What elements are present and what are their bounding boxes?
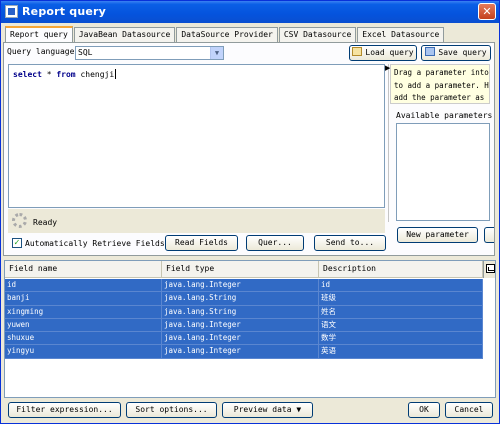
preview-data-label: Preview data — [233, 405, 292, 414]
query-text-table: chengji — [75, 70, 115, 79]
table-header: Field name Field type Description — [5, 261, 483, 278]
chevron-down-icon: ▼ — [296, 405, 302, 414]
hint-line-1: Drag a parameter into — [394, 68, 489, 77]
query-keyword-select: select — [13, 70, 42, 79]
chevron-down-icon[interactable]: ▼ — [210, 47, 223, 59]
column-header-field-name[interactable]: Field name — [5, 261, 162, 277]
column-chooser-icon[interactable] — [483, 261, 495, 278]
parameters-hint: Drag a parameter into to add a parameter… — [390, 64, 490, 104]
table-row[interactable]: banji java.lang.String 班级 — [5, 292, 483, 306]
new-parameter-button[interactable]: New parameter — [397, 227, 478, 243]
query-text-mid: * — [41, 70, 57, 79]
datasource-tabs: Report query JavaBean Datasource DataSou… — [5, 26, 445, 42]
query-keyword-from: from — [56, 70, 76, 79]
send-to-button[interactable]: Send to... — [314, 235, 386, 251]
table-row[interactable]: xingming java.lang.String 姓名 — [5, 305, 483, 319]
tab-excel-datasource[interactable]: Excel Datasource — [357, 27, 445, 42]
available-parameters-label: Available parameters — [396, 111, 493, 120]
table-row[interactable]: id java.lang.Integer id — [5, 279, 483, 293]
preview-data-button[interactable]: Preview data ▼ — [222, 402, 313, 418]
hint-line-3: add the parameter as c — [394, 93, 490, 102]
tab-csv-datasource[interactable]: CSV Datasource — [278, 27, 357, 42]
app-icon — [5, 5, 18, 18]
parameter-overflow-button[interactable] — [484, 227, 494, 243]
status-bar: Ready — [8, 209, 385, 233]
text-caret — [115, 69, 117, 79]
cell-field-name: id — [5, 279, 162, 292]
window-title: Report query — [22, 5, 107, 18]
cell-description: 语文 — [319, 318, 483, 332]
query-editor[interactable]: select * from chengji — [8, 64, 385, 208]
table-body: id java.lang.Integer id banji java.lang.… — [5, 279, 483, 359]
cell-field-type: java.lang.String — [162, 292, 319, 305]
query-language-value: SQL — [78, 48, 93, 57]
cell-field-name: yingyu — [5, 345, 162, 358]
title-bar[interactable]: Report query ✕ — [1, 1, 499, 23]
cell-description: 班级 — [319, 292, 483, 305]
cell-field-name: xingming — [5, 305, 162, 318]
load-query-label: Load query — [365, 48, 414, 57]
save-query-label: Save query — [438, 48, 487, 57]
table-row[interactable]: yingyu java.lang.Integer 英语 — [5, 345, 483, 359]
cell-description: id — [319, 279, 483, 292]
available-parameters-list[interactable] — [396, 123, 490, 221]
cell-field-name: shuxue — [5, 332, 162, 345]
status-text: Ready — [33, 218, 58, 227]
column-header-description[interactable]: Description — [319, 261, 483, 277]
hint-line-2: to add a parameter. Ho — [394, 80, 490, 90]
query-language-label: Query language — [7, 47, 75, 56]
cell-field-type: java.lang.Integer — [162, 279, 319, 292]
auto-retrieve-checkbox[interactable]: ✓ — [12, 238, 22, 248]
cell-field-type: java.lang.Integer — [162, 318, 319, 332]
table-row[interactable]: shuxue java.lang.Integer 数学 — [5, 332, 483, 346]
table-row[interactable]: yuwen java.lang.Integer 语文 — [5, 318, 483, 333]
ok-button[interactable]: OK — [408, 402, 440, 418]
column-header-field-type[interactable]: Field type — [162, 261, 319, 277]
cancel-button[interactable]: Cancel — [445, 402, 493, 418]
fields-table: Field name Field type Description id jav… — [4, 260, 496, 398]
cell-description: 英语 — [319, 345, 483, 358]
loading-spinner-icon — [12, 213, 27, 228]
cell-field-type: java.lang.Integer — [162, 332, 319, 345]
save-query-button[interactable]: Save query — [421, 45, 491, 61]
cell-field-type: java.lang.String — [162, 305, 319, 318]
query-text: select * from chengji — [13, 69, 117, 79]
cell-field-name: banji — [5, 292, 162, 305]
cell-description: 数学 — [319, 332, 483, 345]
read-fields-button[interactable]: Read Fields — [165, 235, 238, 251]
save-icon — [425, 47, 436, 56]
folder-icon — [352, 47, 363, 56]
splitter[interactable] — [388, 64, 389, 222]
query-designer-button[interactable]: Quer... — [246, 235, 304, 251]
load-query-button[interactable]: Load query — [349, 45, 417, 61]
tab-report-query[interactable]: Report query — [5, 26, 73, 42]
filter-expression-button[interactable]: Filter expression... — [8, 402, 121, 418]
cell-field-name: yuwen — [5, 318, 162, 332]
close-button[interactable]: ✕ — [478, 3, 496, 20]
tab-datasource-provider[interactable]: DataSource Provider — [176, 27, 278, 42]
auto-retrieve-label: Automatically Retrieve Fields — [25, 239, 165, 248]
tab-javabean-datasource[interactable]: JavaBean Datasource — [73, 27, 176, 42]
sort-options-button[interactable]: Sort options... — [126, 402, 217, 418]
cell-description: 姓名 — [319, 305, 483, 318]
cell-field-type: java.lang.Integer — [162, 345, 319, 358]
query-language-select[interactable]: SQL ▼ — [75, 46, 224, 60]
